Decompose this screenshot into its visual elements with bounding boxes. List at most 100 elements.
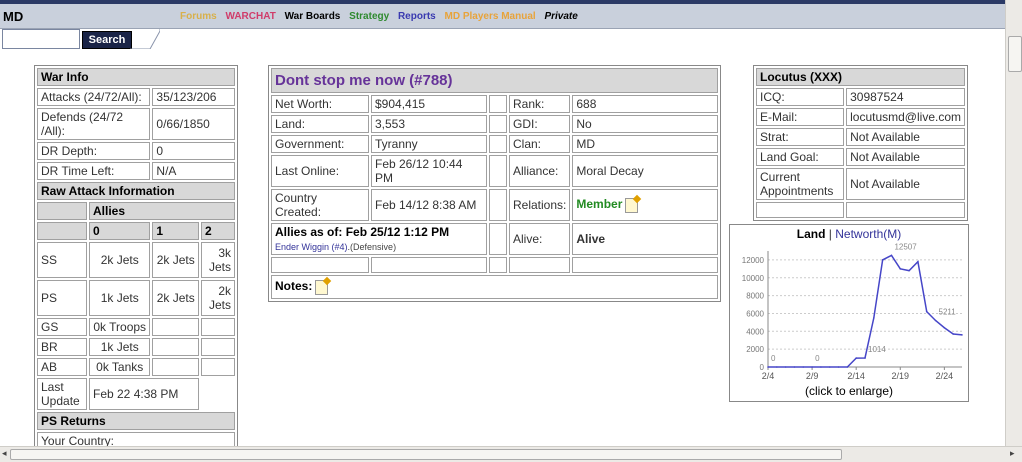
- data-point: [925, 310, 928, 313]
- br-ally-1: [152, 338, 199, 356]
- chart-land-tab[interactable]: Land: [797, 227, 826, 241]
- scroll-left-icon[interactable]: ◂: [2, 448, 7, 459]
- government-value: Tyranny: [371, 135, 487, 153]
- dr-depth-label: DR Depth:: [37, 142, 151, 160]
- data-point: [811, 366, 813, 368]
- raw-attack-title: Raw Attack Information: [37, 182, 235, 200]
- col-header-2: 2: [201, 222, 235, 240]
- last-update-label: Last Update: [37, 378, 87, 410]
- y-tick-label: 2000: [746, 345, 764, 354]
- col-header-0: 0: [89, 222, 151, 240]
- alive-value: Alive: [572, 223, 718, 255]
- notes-label: Notes:: [275, 279, 313, 294]
- chart-networth-tab[interactable]: Networth(M): [835, 227, 901, 241]
- x-tick-label: 2/4: [762, 371, 775, 381]
- data-point: [864, 357, 866, 359]
- y-tick-label: 4000: [746, 327, 764, 336]
- relations-value: Member: [576, 197, 623, 212]
- land-value: 3,553: [371, 115, 487, 133]
- horizontal-scroll-thumb[interactable]: [10, 449, 842, 460]
- gs-ally-0: 0k Troops: [89, 318, 151, 336]
- search-button[interactable]: Search: [82, 31, 132, 49]
- ab-ally-2: [201, 358, 235, 376]
- ss-ally-0: 2k Jets: [89, 242, 151, 278]
- ps-returns-title: PS Returns: [37, 412, 235, 430]
- data-point: [899, 268, 902, 270]
- x-tick-label: 2/19: [892, 371, 910, 381]
- ps-ally-2: 2k Jets: [201, 280, 235, 316]
- ss-ally-1: 2k Jets: [152, 242, 199, 278]
- alliance-label: Alliance:: [509, 155, 571, 187]
- y-tick-label: 12000: [742, 256, 765, 265]
- last-online-value: Feb 26/12 10:44 PM: [371, 155, 487, 187]
- header-bar: MD Forums WARCHAT War Boards Strategy Re…: [0, 4, 1005, 29]
- search-input[interactable]: [2, 29, 80, 49]
- data-label: 1014: [868, 345, 886, 354]
- chart-caption[interactable]: (click to enlarge): [730, 384, 968, 398]
- data-point: [881, 259, 884, 261]
- ab-ally-0: 0k Tanks: [89, 358, 151, 376]
- nav-players-manual[interactable]: MD Players Manual: [445, 11, 536, 22]
- edit-note-icon[interactable]: [625, 197, 639, 213]
- row-label-gs: GS: [37, 318, 87, 336]
- data-point: [837, 366, 840, 368]
- data-label: 0: [771, 354, 776, 363]
- vertical-scroll-thumb[interactable]: [1008, 36, 1022, 72]
- appointments-label: Current Appointments: [756, 168, 845, 200]
- dr-time-value: N/A: [152, 162, 235, 180]
- gs-ally-2: [201, 318, 235, 336]
- nav-reports[interactable]: Reports: [398, 11, 436, 22]
- data-point: [784, 366, 787, 368]
- dr-time-label: DR Time Left:: [37, 162, 151, 180]
- strat-value: Not Available: [846, 128, 965, 146]
- data-point: [908, 269, 910, 272]
- nav-forums[interactable]: Forums: [180, 11, 217, 22]
- data-point: [793, 366, 796, 368]
- defends-value: 0/66/1850: [152, 108, 235, 140]
- land-networth-chart[interactable]: Land | Networth(M) 0 2000 4000 6000 8000 1000…: [729, 224, 969, 402]
- horizontal-scrollbar[interactable]: ◂ ▸: [0, 446, 1022, 462]
- br-ally-0: 1k Jets: [89, 338, 151, 356]
- land-series-line: [768, 254, 963, 368]
- data-point: [917, 260, 919, 263]
- row-label-ss: SS: [37, 242, 87, 278]
- nav-strategy[interactable]: Strategy: [349, 11, 389, 22]
- war-info-table: War Info Attacks (24/72/All): 35/123/206 …: [34, 65, 238, 453]
- data-label: 12507: [894, 242, 917, 251]
- y-tick-label: 6000: [746, 309, 764, 318]
- gdi-value: No: [572, 115, 718, 133]
- notes-edit-icon[interactable]: [315, 279, 329, 295]
- chart-separator: |: [828, 227, 832, 241]
- email-label: E-Mail:: [756, 108, 845, 126]
- nav-war-boards[interactable]: War Boards: [285, 11, 341, 22]
- country-info-table: Dont stop me now (#788) Net Worth: $904,4…: [268, 65, 721, 302]
- player-info-table: Locutus (XXX) ICQ: 30987524 E-Mail: locutu…: [753, 65, 968, 221]
- last-update-value: Feb 22 4:38 PM: [89, 378, 199, 410]
- created-label: Country Created:: [271, 189, 369, 221]
- data-point: [802, 366, 805, 368]
- vertical-scrollbar[interactable]: [1005, 0, 1022, 446]
- clan-label: Clan:: [509, 135, 571, 153]
- data-point: [961, 334, 963, 336]
- scroll-right-icon[interactable]: ▸: [1010, 448, 1015, 459]
- data-point: [820, 366, 822, 368]
- email-value[interactable]: locutusmd@live.com: [846, 108, 965, 126]
- data-point: [952, 333, 954, 335]
- nav-private[interactable]: Private: [544, 11, 577, 22]
- data-label: 5211: [939, 308, 957, 317]
- data-point: [943, 326, 946, 329]
- allies-header: Allies: [89, 202, 235, 220]
- col-header-blank: [37, 222, 87, 240]
- row-label-br: BR: [37, 338, 87, 356]
- land-goal-value: Not Available: [846, 148, 965, 166]
- war-info-title: War Info: [37, 68, 235, 86]
- nav-warchat[interactable]: WARCHAT: [225, 11, 275, 22]
- clan-link[interactable]: MD: [572, 135, 718, 153]
- data-point: [767, 366, 769, 368]
- allies-as-of-cell: Allies as of: Feb 25/12 1:12 PM Ender Wig…: [271, 223, 487, 255]
- data-point: [934, 319, 937, 322]
- attacks-value: 35/123/206: [152, 88, 235, 106]
- ally-link[interactable]: Ender Wiggin (#4): [275, 242, 348, 252]
- x-tick-label: 2/14: [847, 371, 865, 381]
- y-tick-label: 8000: [746, 292, 764, 301]
